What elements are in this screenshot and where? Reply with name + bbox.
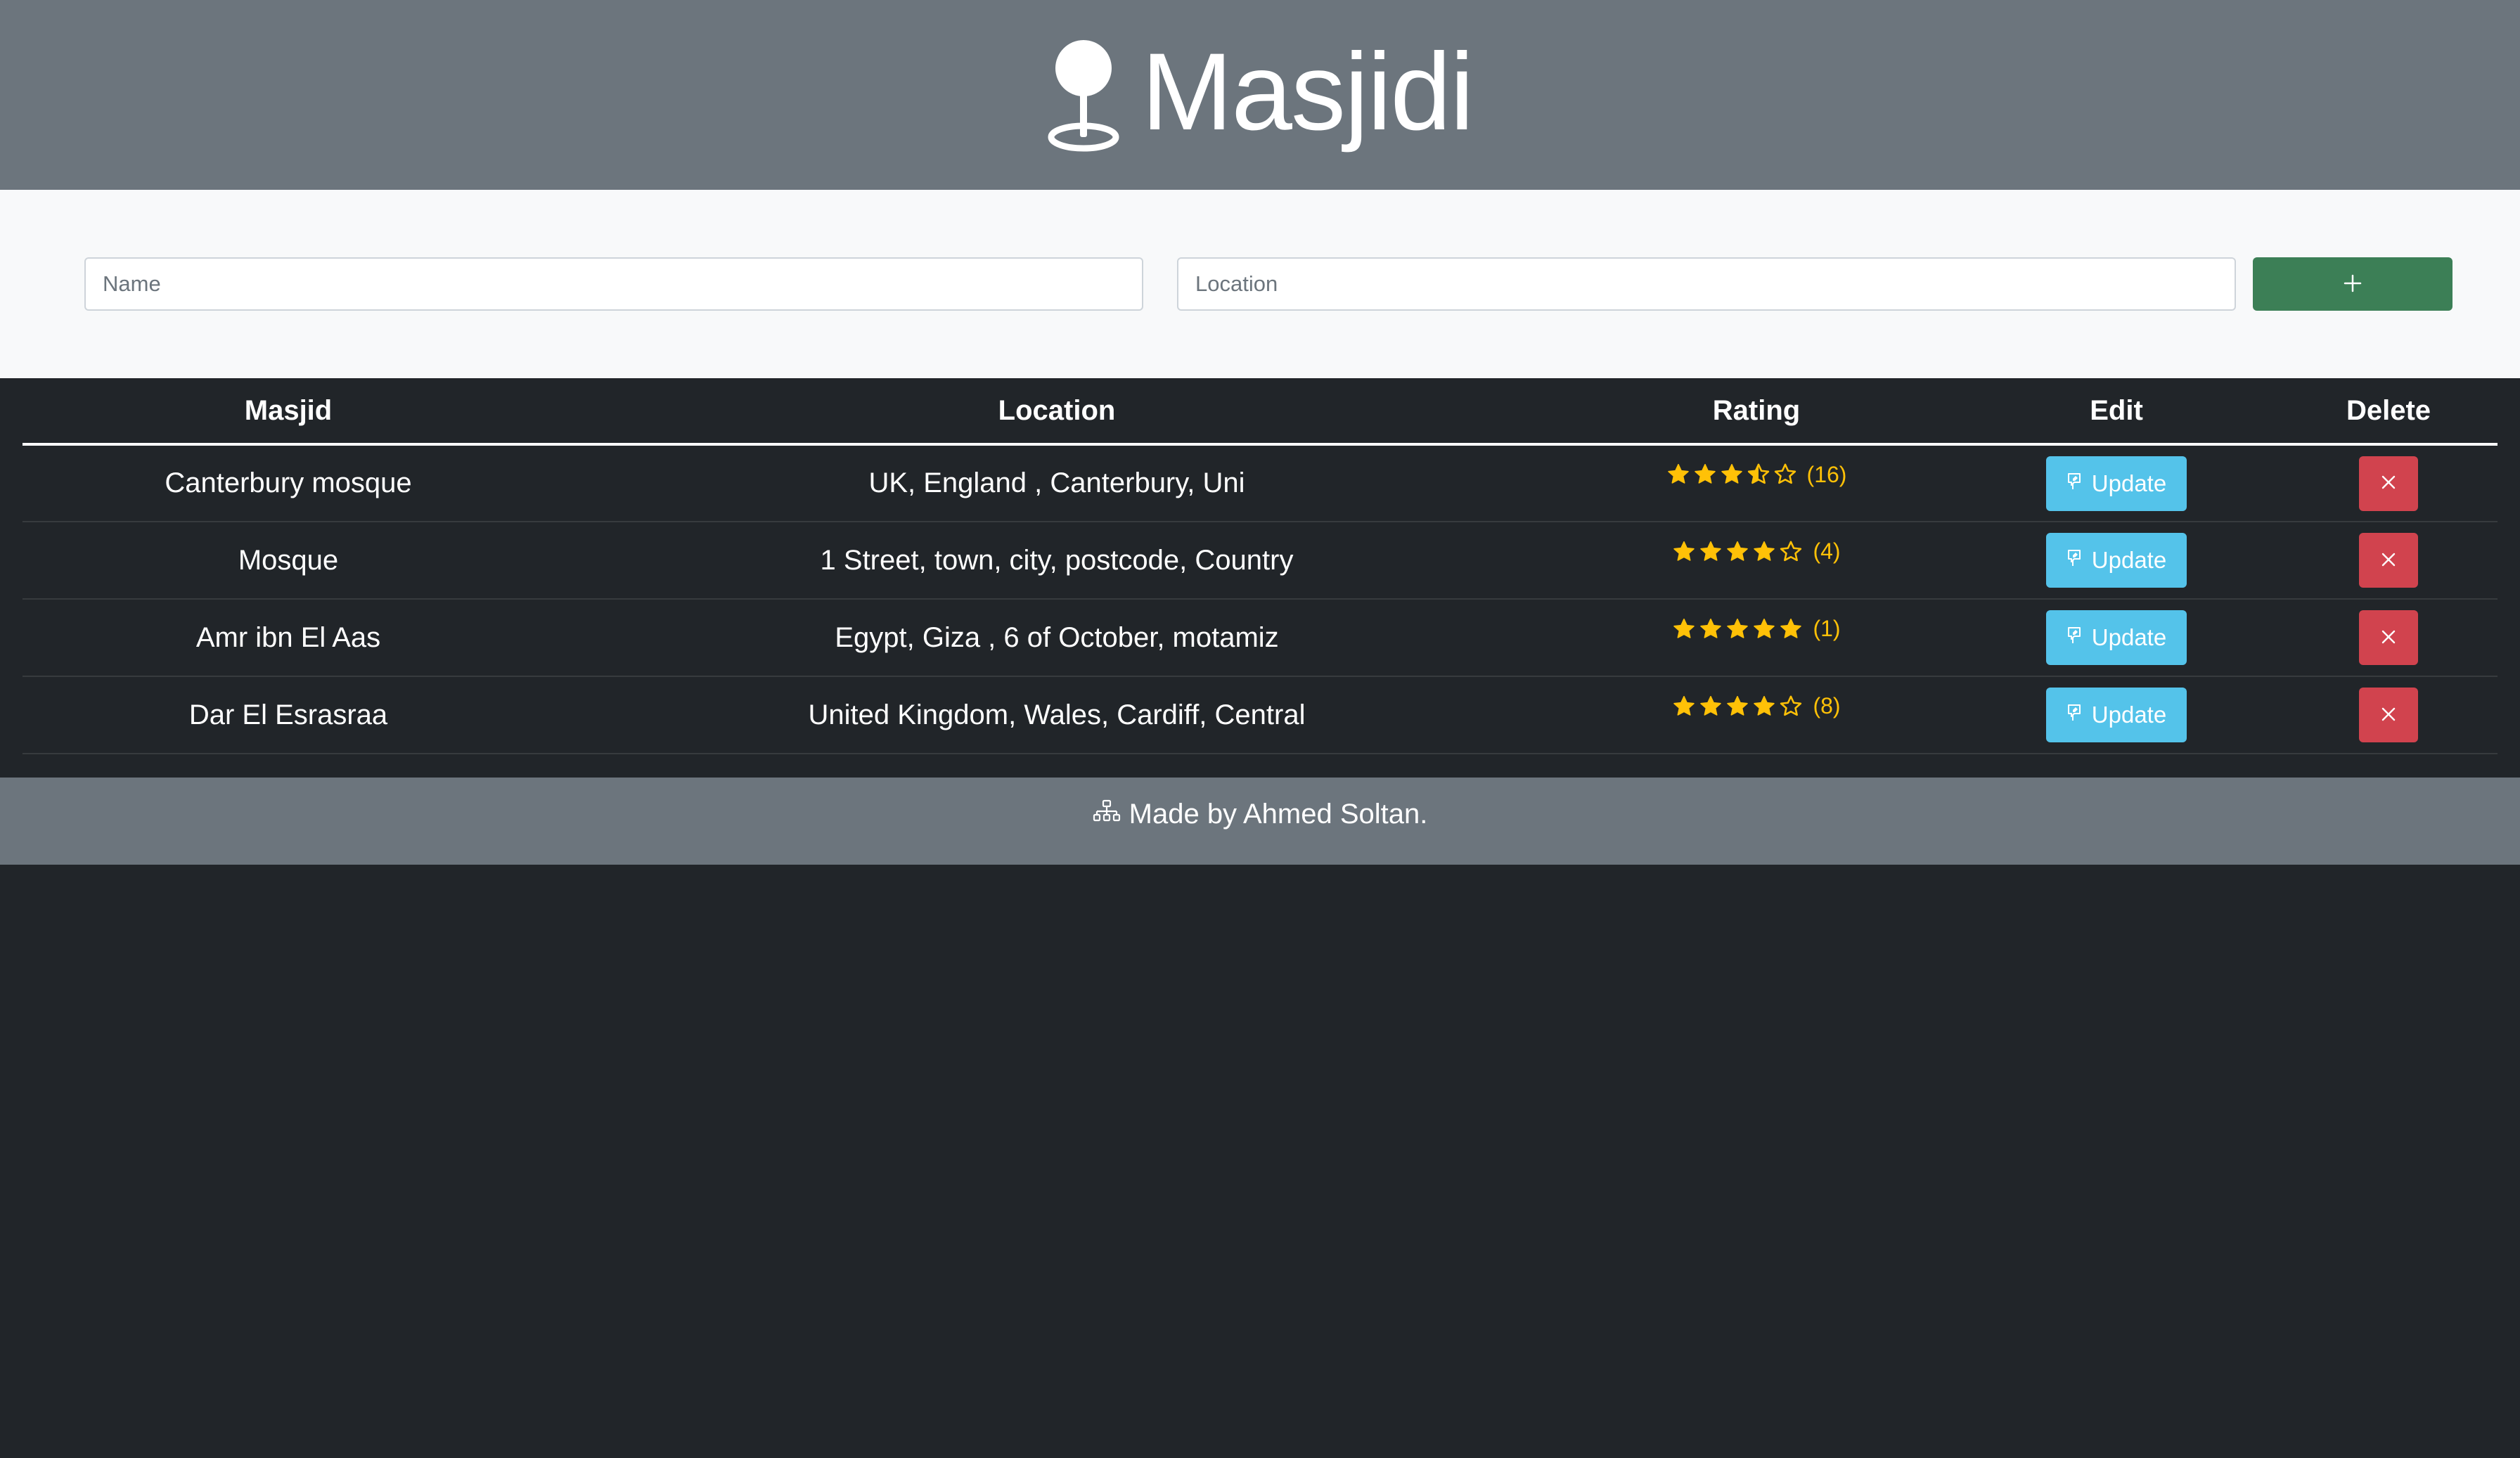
- close-icon: [2379, 473, 2398, 493]
- star-icon: [1727, 618, 1749, 638]
- star-icon: [1780, 618, 1802, 638]
- rating-count: (1): [1813, 616, 1841, 642]
- table-row: Amr ibn El Aas Egypt, Giza , 6 of October…: [22, 599, 2498, 677]
- table-header-row: Masjid Location Rating Edit Delete: [22, 378, 2498, 446]
- star-rating: (1): [1672, 616, 1841, 642]
- cell-masjid-name: Mosque: [22, 522, 554, 600]
- edit-icon: [2066, 702, 2085, 728]
- delete-button[interactable]: [2359, 456, 2418, 511]
- star-rating: (16): [1666, 461, 1847, 488]
- update-button-label: Update: [2091, 547, 2167, 573]
- cell-rating: (4): [1560, 522, 1953, 600]
- star-icon: [1754, 618, 1775, 638]
- star-icon: [1667, 464, 1689, 484]
- star-icon: [1780, 695, 1802, 716]
- cell-edit: Update: [1953, 522, 2280, 600]
- table-row: Canterbury mosque UK, England , Canterbur…: [22, 444, 2498, 522]
- update-button-label: Update: [2091, 702, 2167, 728]
- close-icon: [2379, 550, 2398, 571]
- delete-button[interactable]: [2359, 688, 2418, 742]
- edit-icon: [2066, 470, 2085, 497]
- update-button[interactable]: Update: [2046, 610, 2187, 665]
- name-input[interactable]: [84, 257, 1143, 311]
- edit-icon: [2066, 624, 2085, 651]
- star-icon: [1700, 541, 1722, 561]
- star-icon: [1700, 695, 1722, 716]
- star-icon: [1673, 618, 1695, 638]
- column-header-location: Location: [554, 378, 1560, 446]
- star-icon: [1727, 541, 1749, 561]
- update-button-label: Update: [2091, 470, 2167, 496]
- star-icon: [1727, 695, 1749, 716]
- cell-masjid-name: Amr ibn El Aas: [22, 599, 554, 677]
- star-icon: [1774, 463, 1796, 484]
- cell-location: United Kingdom, Wales, Cardiff, Central: [554, 676, 1560, 754]
- rating-count: (16): [1806, 461, 1847, 487]
- column-header-masjid: Masjid: [22, 378, 554, 446]
- cell-rating: (8): [1560, 676, 1953, 754]
- footer-text: Made by Ahmed Soltan.: [1129, 798, 1428, 830]
- rating-count: (4): [1813, 538, 1841, 565]
- plus-icon: [2343, 273, 2362, 295]
- add-masjid-form: [0, 190, 2520, 378]
- column-header-rating: Rating: [1560, 378, 1953, 446]
- update-button[interactable]: Update: [2046, 688, 2187, 742]
- masjid-table-container: Masjid Location Rating Edit Delete Cante…: [22, 378, 2498, 754]
- cell-rating: (16): [1560, 444, 1953, 522]
- cell-edit: Update: [1953, 599, 2280, 677]
- close-icon: [2379, 628, 2398, 648]
- brand: Masjidi: [1047, 31, 1474, 153]
- star-icon: [1673, 695, 1695, 716]
- cell-location: 1 Street, town, city, postcode, Country: [554, 522, 1560, 600]
- diagram-icon: [1093, 799, 1121, 830]
- update-button[interactable]: Update: [2046, 456, 2187, 511]
- table-row: Mosque 1 Street, town, city, postcode, Co…: [22, 522, 2498, 600]
- location-input[interactable]: [1177, 257, 2236, 311]
- cell-location: Egypt, Giza , 6 of October, motamiz: [554, 599, 1560, 677]
- star-icon: [1780, 541, 1802, 561]
- cell-delete: [2280, 599, 2498, 677]
- cell-rating: (1): [1560, 599, 1953, 677]
- table-row: Dar El Esrasraa United Kingdom, Wales, Ca…: [22, 676, 2498, 754]
- delete-button[interactable]: [2359, 610, 2418, 665]
- rating-count: (8): [1813, 693, 1841, 719]
- star-rating: (8): [1672, 693, 1841, 719]
- cell-delete: [2280, 444, 2498, 522]
- star-icon: [1673, 541, 1695, 561]
- cell-edit: Update: [1953, 444, 2280, 522]
- cell-delete: [2280, 522, 2498, 600]
- cell-delete: [2280, 676, 2498, 754]
- app-footer: Made by Ahmed Soltan.: [0, 778, 2520, 865]
- app-header: Masjidi: [0, 0, 2520, 190]
- update-button[interactable]: Update: [2046, 533, 2187, 588]
- masjid-table: Masjid Location Rating Edit Delete Cante…: [22, 378, 2498, 754]
- star-icon: [1694, 464, 1716, 484]
- star-icon: [1700, 618, 1722, 638]
- update-button-label: Update: [2091, 624, 2167, 650]
- delete-button[interactable]: [2359, 533, 2418, 588]
- column-header-edit: Edit: [1953, 378, 2280, 446]
- star-icon: [1754, 541, 1775, 561]
- app-title: Masjidi: [1141, 31, 1474, 153]
- cell-masjid-name: Canterbury mosque: [22, 444, 554, 522]
- column-header-delete: Delete: [2280, 378, 2498, 446]
- edit-icon: [2066, 547, 2085, 574]
- close-icon: [2379, 705, 2398, 725]
- cell-edit: Update: [1953, 676, 2280, 754]
- star-rating: (4): [1672, 538, 1841, 565]
- cell-masjid-name: Dar El Esrasraa: [22, 676, 554, 754]
- star-icon: [1754, 695, 1775, 716]
- star-icon: [1721, 464, 1742, 484]
- map-pin-icon: [1047, 37, 1120, 153]
- star-icon: [1747, 463, 1769, 484]
- add-button[interactable]: [2253, 257, 2452, 311]
- cell-location: UK, England , Canterbury, Uni: [554, 444, 1560, 522]
